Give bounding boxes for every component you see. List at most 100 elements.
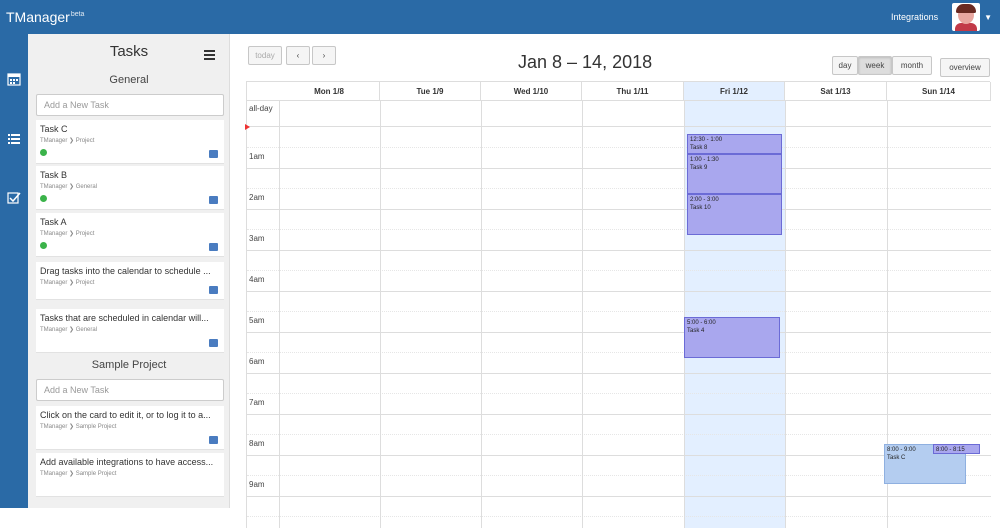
section-title-general: General	[109, 74, 149, 86]
grid-line	[247, 516, 991, 517]
task-project: TManager ❯ General	[40, 327, 98, 333]
grid-line	[247, 229, 991, 230]
task-card[interactable]: Task B TManager ❯ General	[36, 166, 224, 210]
integrations-link[interactable]: Integrations	[891, 12, 938, 22]
time-label: 6am	[249, 357, 265, 366]
section-title-sample: Sample Project	[91, 359, 167, 371]
grid-line	[247, 475, 991, 476]
grid-line	[582, 100, 583, 528]
task-title: Task B	[40, 170, 68, 180]
schedule-icon[interactable]	[209, 339, 218, 347]
task-project: TManager ❯ Sample Project	[40, 424, 117, 430]
event-time: 12:30 - 1:00	[690, 137, 723, 143]
day-header: Thu 1/11	[582, 82, 684, 100]
prev-button[interactable]: ‹	[286, 46, 310, 65]
task-title: Add available integrations to have acces…	[40, 457, 214, 467]
overview-button[interactable]: overview	[940, 58, 990, 77]
task-project: TManager ❯ Sample Project	[40, 471, 117, 477]
grid-line	[247, 188, 991, 189]
task-card[interactable]: Drag tasks into the calendar to schedule…	[36, 262, 224, 300]
schedule-icon[interactable]	[209, 436, 218, 444]
day-header: Sun 1/14	[887, 82, 991, 100]
add-task-input[interactable]: Add a New Task	[36, 379, 224, 401]
app-brand[interactable]: TManagerbeta	[6, 9, 84, 25]
calendar-event[interactable]: 5:00 - 6:00 Task 4	[684, 317, 780, 358]
checkbox-icon[interactable]	[7, 191, 21, 205]
panel-title: Tasks	[109, 43, 149, 60]
task-card[interactable]: Click on the card to edit it, or to log …	[36, 406, 224, 450]
calendar-title: Jan 8 – 14, 2018	[518, 52, 653, 72]
schedule-icon[interactable]	[209, 243, 218, 251]
time-label: 5am	[249, 316, 265, 325]
top-bar: TManagerbeta Integrations ▼	[0, 0, 1000, 34]
grid-line	[247, 209, 991, 210]
icon-rail	[0, 34, 28, 508]
task-card[interactable]: Task A TManager ❯ Project	[36, 213, 224, 257]
grid-line	[247, 414, 991, 415]
event-time: 2:00 - 3:00	[690, 197, 719, 203]
grid-line	[247, 147, 991, 148]
task-card[interactable]: Add available integrations to have acces…	[36, 453, 224, 497]
grid-line	[247, 332, 991, 333]
task-title: Task C	[40, 124, 68, 134]
next-button[interactable]: ›	[312, 46, 336, 65]
view-day-button[interactable]: day	[832, 56, 858, 75]
grid-line	[247, 496, 991, 497]
event-title: Task 10	[690, 205, 711, 211]
grid-line	[247, 311, 991, 312]
grid-line	[481, 100, 482, 528]
grid-line	[247, 373, 991, 374]
task-card[interactable]: Task C TManager ❯ Project	[36, 120, 224, 164]
task-title: Task A	[40, 217, 67, 227]
grid-line	[380, 100, 381, 528]
task-project: TManager ❯ Project	[40, 280, 95, 286]
add-task-input[interactable]: Add a New Task	[36, 94, 224, 116]
avatar[interactable]	[952, 3, 981, 31]
day-header: Mon 1/8	[279, 82, 380, 100]
time-label: 8am	[249, 439, 265, 448]
calendar-icon[interactable]	[7, 72, 21, 86]
grid-line	[247, 126, 991, 127]
grid-line	[247, 250, 991, 251]
calendar-event[interactable]: 2:00 - 3:00 Task 10	[687, 194, 782, 235]
grid-line	[247, 291, 991, 292]
calendar: today ‹ › Jan 8 – 14, 2018 day week mont…	[238, 34, 1000, 528]
task-panel: Tasks General Add a New Task Task C TMan…	[28, 34, 230, 508]
list-icon[interactable]	[7, 132, 21, 146]
calendar-event[interactable]: 8:00 - 8:15	[933, 444, 980, 454]
task-title: Drag tasks into the calendar to schedule…	[40, 266, 211, 276]
grid-line	[279, 100, 280, 528]
today-button[interactable]: today	[248, 46, 282, 65]
time-label: 7am	[249, 398, 265, 407]
task-title: Click on the card to edit it, or to log …	[40, 410, 211, 420]
event-title: Task 9	[690, 165, 708, 171]
task-title: Tasks that are scheduled in calendar wil…	[40, 313, 209, 323]
status-dot	[40, 242, 47, 249]
time-label: 1am	[249, 152, 265, 161]
schedule-icon[interactable]	[209, 196, 218, 204]
event-time: 5:00 - 6:00	[687, 320, 716, 326]
menu-icon[interactable]	[204, 50, 215, 62]
view-month-button[interactable]: month	[892, 56, 932, 75]
task-project: TManager ❯ Project	[40, 138, 95, 144]
task-project: TManager ❯ Project	[40, 231, 95, 237]
status-dot	[40, 149, 47, 156]
now-indicator	[245, 124, 250, 130]
time-label: 2am	[249, 193, 265, 202]
view-week-button[interactable]: week	[858, 56, 892, 75]
schedule-icon[interactable]	[209, 286, 218, 294]
allday-label: all-day	[249, 104, 273, 113]
schedule-icon[interactable]	[209, 150, 218, 158]
grid-line	[785, 100, 786, 528]
event-title: Task 8	[690, 145, 708, 151]
day-header: Wed 1/10	[481, 82, 582, 100]
status-dot	[40, 195, 47, 202]
calendar-event[interactable]: 1:00 - 1:30 Task 9	[687, 154, 782, 194]
calendar-event[interactable]: 12:30 - 1:00 Task 8	[687, 134, 782, 154]
task-card[interactable]: Tasks that are scheduled in calendar wil…	[36, 309, 224, 353]
grid-line	[247, 270, 991, 271]
chevron-down-icon[interactable]: ▼	[984, 13, 992, 22]
task-project: TManager ❯ General	[40, 184, 98, 190]
week-grid: Mon 1/8 Tue 1/9 Wed 1/10 Thu 1/11 Fri 1/…	[245, 81, 991, 528]
day-header: Tue 1/9	[380, 82, 481, 100]
